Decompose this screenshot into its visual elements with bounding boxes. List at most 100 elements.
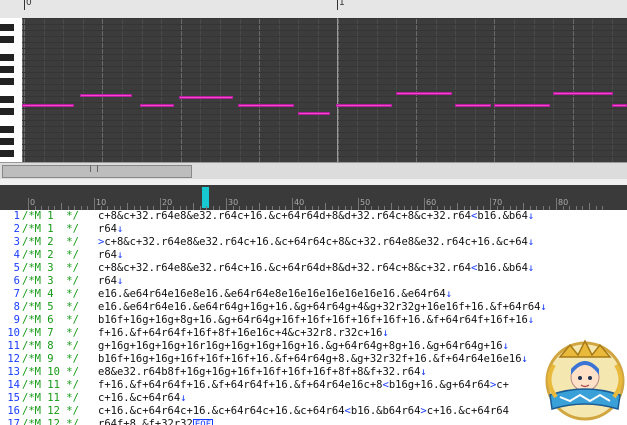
editor-line[interactable]: 16/*M 12 */ c+16.&c+64r64c+16.&c+64r64c+1… xyxy=(0,405,627,418)
editor-line[interactable]: 12/*M 9 */ b16f+16g+16g+16f+16f+16f+16.&f… xyxy=(0,353,627,366)
octave-marker: > xyxy=(98,236,105,248)
editor-line[interactable]: 11/*M 8 */ g+16g+16g+16g+16r16g+16g+16g+1… xyxy=(0,340,627,353)
measure-comment: /*M 11 */ xyxy=(22,379,79,391)
editor-line[interactable]: 17/*M 12 */ r64f+8.&f+32r32 EOF xyxy=(0,418,627,425)
mml-code[interactable]: e16.&e64r64e16.&e64r64g+16g+16.&g+64r64g… xyxy=(98,301,547,314)
playhead[interactable] xyxy=(337,18,338,162)
ruler-tick xyxy=(94,198,95,210)
mml-code[interactable]: e8&e32.r64b8f+16g+16g+16f+16f+16f+16f+8f… xyxy=(98,366,427,379)
black-key[interactable] xyxy=(0,96,14,103)
editor-line[interactable]: 7/*M 4 */ e16.&e64r64e16e8e16.&e64r64e8e1… xyxy=(0,288,627,301)
ruler-tick xyxy=(490,198,491,210)
note-block[interactable] xyxy=(298,112,330,115)
measure-comment: /*M 8 */ xyxy=(22,340,79,352)
mml-code[interactable]: e16.&e64r64e16e8e16.&e64r64e8e16e16e16e1… xyxy=(98,288,452,301)
editor-line[interactable]: 10/*M 7 */ f+16.&f+64r64f+16f+8f+16e16c+4… xyxy=(0,327,627,340)
ruler-tick xyxy=(259,203,260,210)
note-grid[interactable] xyxy=(22,18,627,162)
mascot-badge-icon xyxy=(545,339,625,421)
editor-line[interactable]: 3/*M 2 */ >c+8&c+32.r64e8&e32.r64c+16.&c+… xyxy=(0,236,627,249)
mml-code[interactable]: r64f+8.&f+32r32 EOF xyxy=(98,418,214,425)
black-key[interactable] xyxy=(0,126,14,133)
octave-marker: < xyxy=(470,210,478,222)
scrollbar-grip-icon[interactable] xyxy=(90,165,98,172)
note-block[interactable] xyxy=(612,104,627,107)
newline-arrow-icon: ↓ xyxy=(180,392,187,404)
note-block[interactable] xyxy=(22,104,74,107)
ruler-mark xyxy=(24,0,25,10)
editor-line[interactable]: 2/*M 1 */ r64↓ xyxy=(0,223,627,236)
line-number: 2 xyxy=(13,223,20,235)
editor-line[interactable]: 1/*M 1 */ c+8&c+32.r64e8&e32.r64c+16.&c+6… xyxy=(0,210,627,223)
grid-hline xyxy=(22,120,627,121)
black-key[interactable] xyxy=(0,66,14,73)
editor-line[interactable]: 4/*M 2 */ r64↓ xyxy=(0,249,627,262)
mml-code[interactable]: >c+8&c+32.r64e8&e32.r64c+16.&c+64r64c+8&… xyxy=(98,236,534,249)
mml-code[interactable]: g+16g+16g+16g+16r16g+16g+16g+16g+16.&g+6… xyxy=(98,340,509,353)
mml-code[interactable]: c+16.&c+64r64↓ xyxy=(98,392,187,405)
ruler-mark xyxy=(337,0,338,10)
note-block[interactable] xyxy=(179,96,233,99)
mml-code[interactable]: b16f+16g+16g+8g+16.&g+64r64g+16f+16f+16f… xyxy=(98,314,534,327)
black-key[interactable] xyxy=(0,24,14,31)
note-block[interactable] xyxy=(455,104,491,107)
note-block[interactable] xyxy=(80,94,132,97)
grid-hline xyxy=(22,72,627,73)
note-block[interactable] xyxy=(494,104,550,107)
measure-comment: /*M 2 */ xyxy=(22,236,79,248)
line-number: 3 xyxy=(13,236,20,248)
line-number: 1 xyxy=(13,210,20,222)
note-block[interactable] xyxy=(140,104,174,107)
newline-arrow-icon: ↓ xyxy=(445,288,453,300)
piano-roll[interactable]: 0 1 xyxy=(0,0,627,162)
mml-code[interactable]: f+16.&f+64r64f+16f+8f+16e16c+4&c+32r8.r3… xyxy=(98,327,389,340)
note-block[interactable] xyxy=(238,104,294,107)
note-block[interactable] xyxy=(396,92,452,95)
grid-hline xyxy=(22,66,627,67)
editor-line[interactable]: 13/*M 10 */ e8&e32.r64b8f+16g+16g+16f+16f… xyxy=(0,366,627,379)
mml-code[interactable]: c+16.&c+64r64c+16.&c+64r64c+16.&c+64r64<… xyxy=(98,405,509,418)
measure-comment: /*M 7 */ xyxy=(22,327,79,339)
mml-code[interactable]: c+8&c+32.r64e8&e32.r64c+16.&c+64r64d+8&d… xyxy=(98,262,534,275)
note-block[interactable] xyxy=(553,92,613,95)
line-number: 4 xyxy=(13,249,20,261)
editor-line[interactable]: 8/*M 5 */ e16.&e64r64e16.&e64r64g+16g+16.… xyxy=(0,301,627,314)
grid-hline xyxy=(22,126,627,127)
newline-arrow-icon: ↓ xyxy=(382,327,389,339)
horizontal-scrollbar[interactable] xyxy=(0,162,627,180)
ruler-tick xyxy=(391,203,392,210)
mml-code[interactable]: r64↓ xyxy=(98,223,123,236)
mml-code[interactable]: r64↓ xyxy=(98,275,123,288)
editor-line[interactable]: 14/*M 11 */ f+16.&f+64r64f+16.&f+64r64f+1… xyxy=(0,379,627,392)
editor-line[interactable]: 15/*M 11 */ c+16.&c+64r64↓ xyxy=(0,392,627,405)
mml-code[interactable]: f+16.&f+64r64f+16.&f+64r64f+16.&f+64r64e… xyxy=(98,379,509,392)
ruler-number: 60 xyxy=(426,198,437,207)
grid-hline xyxy=(22,84,627,85)
editor-line[interactable]: 9/*M 6 */ b16f+16g+16g+8g+16.&g+64r64g+16… xyxy=(0,314,627,327)
grid-hline xyxy=(22,60,627,61)
black-key[interactable] xyxy=(0,54,14,61)
eof-marker: EOF xyxy=(192,419,214,425)
black-key[interactable] xyxy=(0,78,14,85)
mml-code[interactable]: r64↓ xyxy=(98,249,123,262)
note-block[interactable] xyxy=(336,104,392,107)
black-key[interactable] xyxy=(0,36,14,43)
mml-code[interactable]: c+8&c+32.r64e8&e32.r64c+16.&c+64r64d+8&d… xyxy=(98,210,534,223)
black-key[interactable] xyxy=(0,108,14,115)
editor-line[interactable]: 6/*M 3 */ r64↓ xyxy=(0,275,627,288)
ruler-tick xyxy=(556,198,557,210)
newline-arrow-icon: ↓ xyxy=(527,262,535,274)
mml-editor[interactable]: 1/*M 1 */ c+8&c+32.r64e8&e32.r64c+16.&c+6… xyxy=(0,210,627,425)
piano-keys[interactable] xyxy=(0,18,23,162)
grid-hline xyxy=(22,138,627,139)
ruler-number: 70 xyxy=(492,198,503,207)
black-key[interactable] xyxy=(0,138,14,145)
newline-arrow-icon: ↓ xyxy=(540,301,547,313)
line-number: 17 xyxy=(7,418,20,425)
black-key[interactable] xyxy=(0,150,14,157)
ruler-number: 50 xyxy=(360,198,371,207)
piano-roll-ruler[interactable]: 0 1 xyxy=(0,0,627,19)
editor-line[interactable]: 5/*M 3 */ c+8&c+32.r64e8&e32.r64c+16.&c+6… xyxy=(0,262,627,275)
mml-code[interactable]: b16f+16g+16g+16f+16f+16f+16.&f+64r64g+8.… xyxy=(98,353,528,366)
newline-arrow-icon: ↓ xyxy=(116,275,124,287)
